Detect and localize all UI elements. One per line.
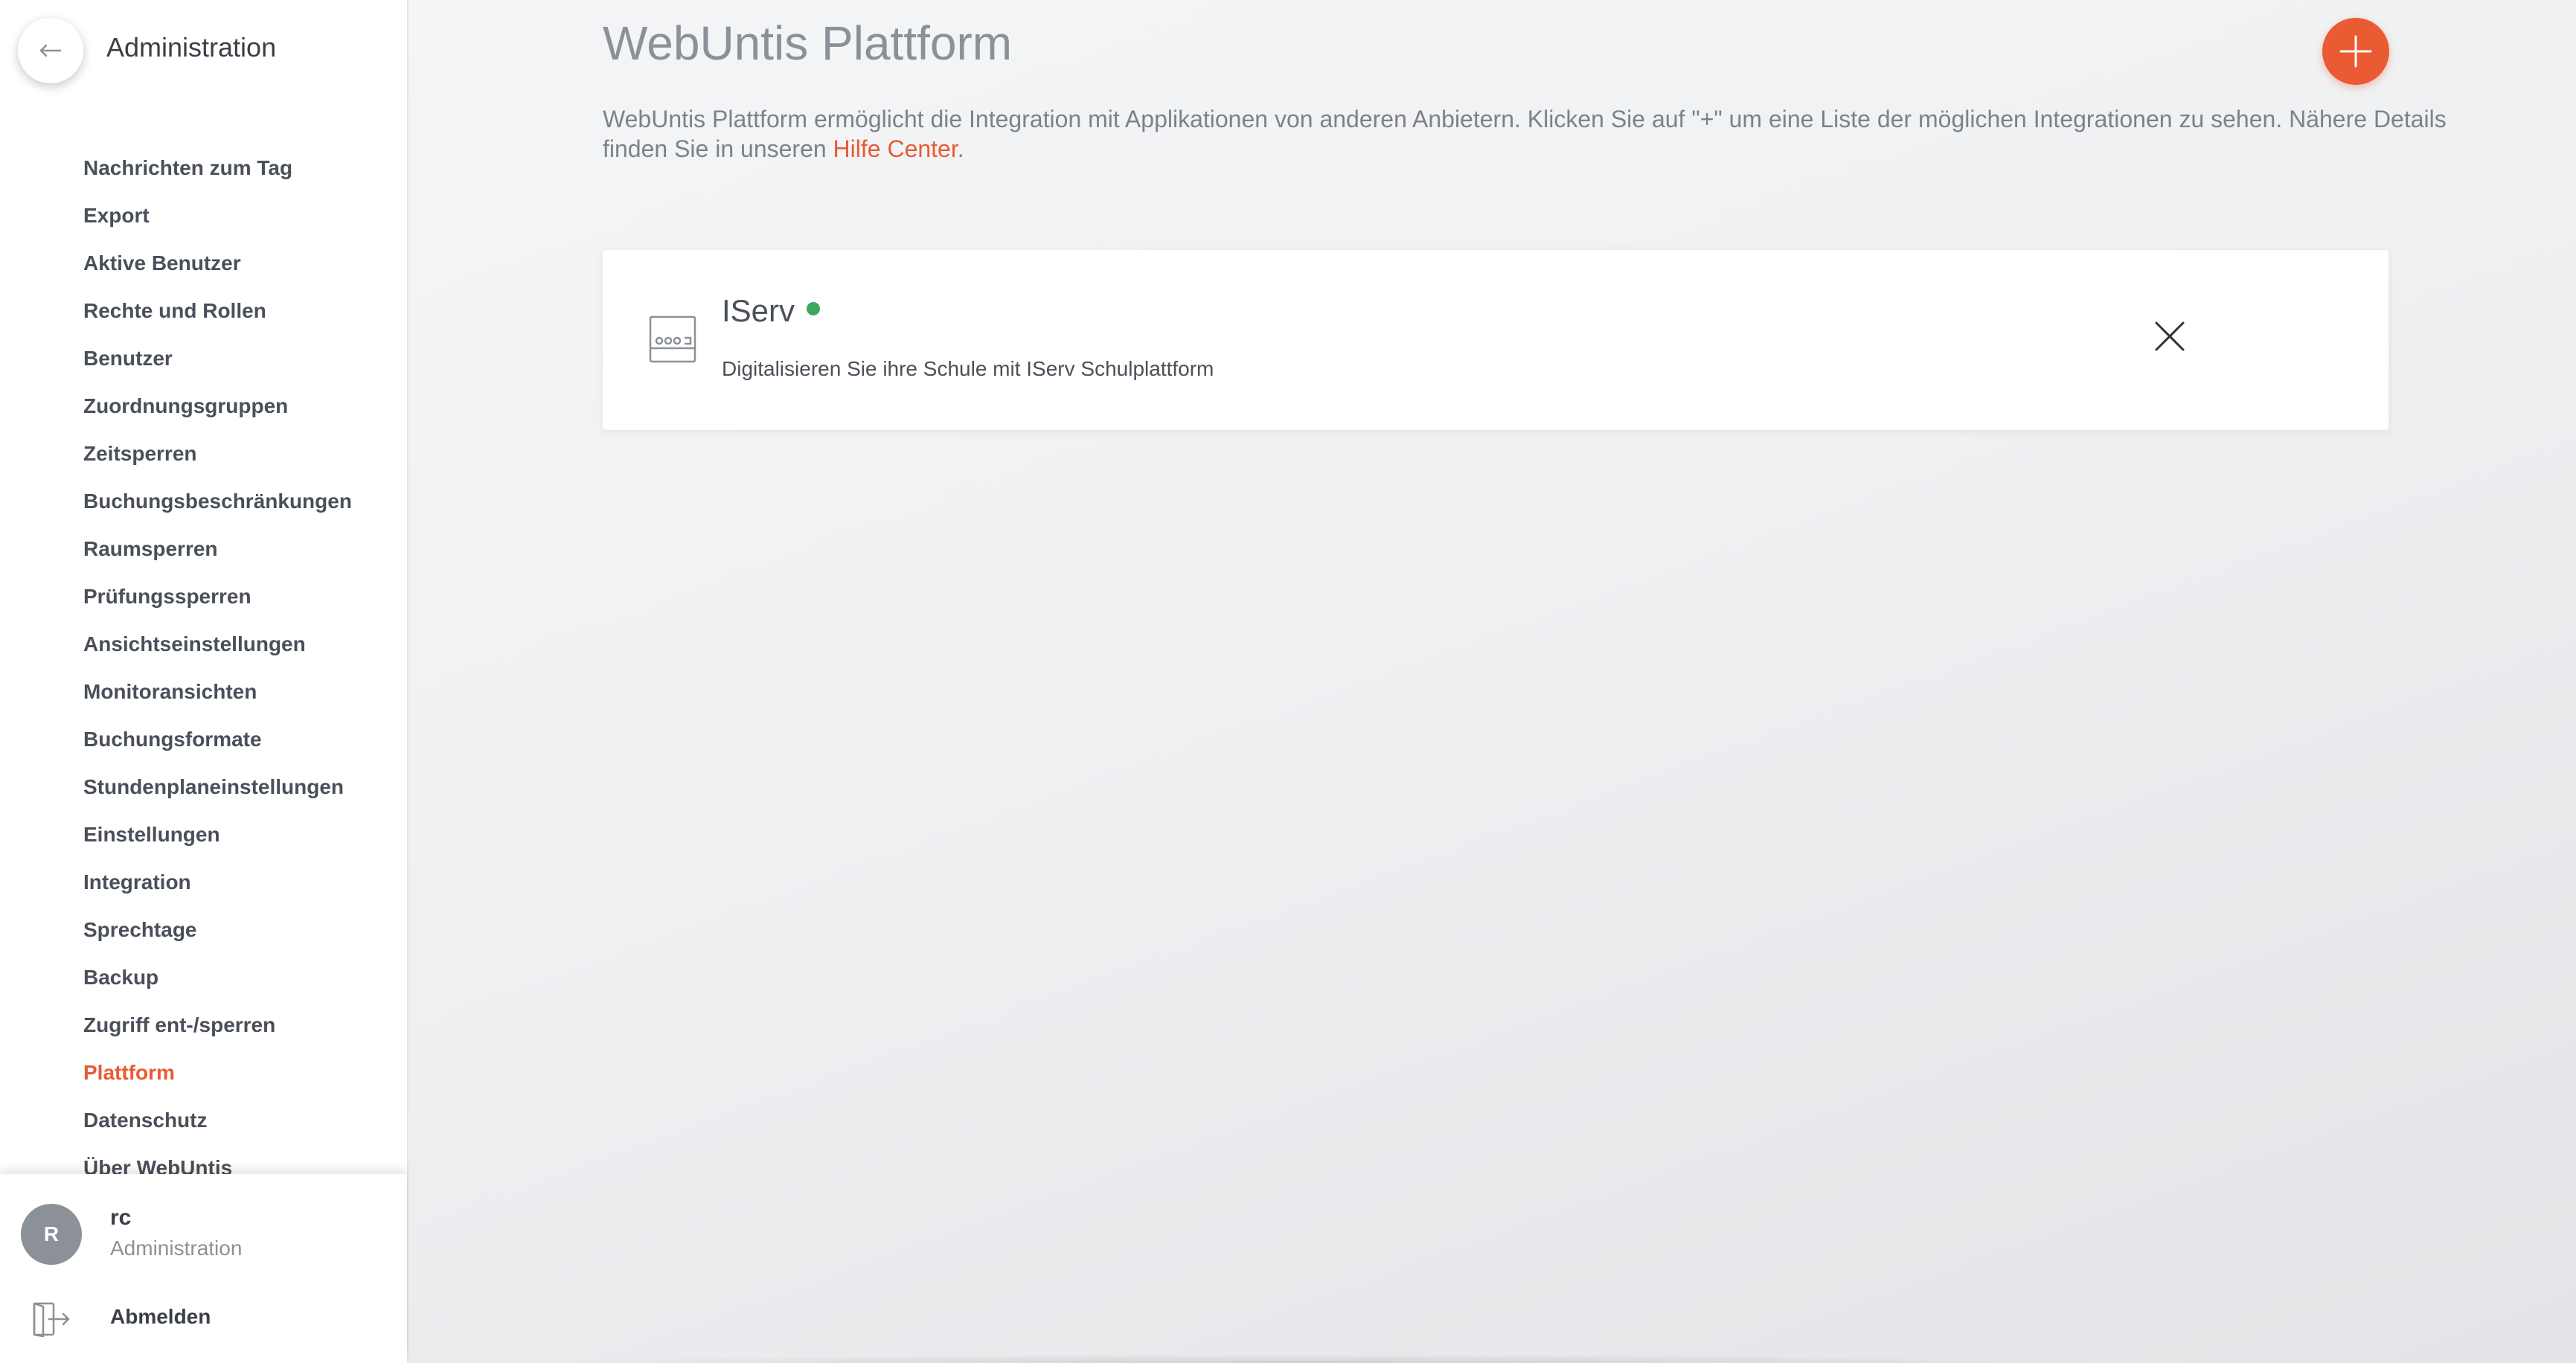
integration-description: Digitalisieren Sie ihre Schule mit IServ… [722,357,1214,380]
sidebar-title: Administration [106,32,277,62]
sidebar-item-stundenplaneinstellungen[interactable]: Stundenplaneinstellungen [0,763,407,811]
sidebar-item-backup[interactable]: Backup [0,954,407,1001]
sidebar-item-plattform[interactable]: Plattform [0,1049,407,1097]
bottom-shadow [483,1354,2120,1363]
sidebar-item-buchungsformate[interactable]: Buchungsformate [0,716,407,763]
sidebar-item-ueber-webuntis[interactable]: Über WebUntis [0,1144,407,1174]
sidebar-nav: Nachrichten zum Tag Export Aktive Benutzer… [0,144,407,1174]
close-icon [2155,321,2185,351]
sidebar-item-ansichtseinstellungen[interactable]: Ansichtseinstellungen [0,620,407,668]
logout-button[interactable]: Abmelden [0,1290,407,1345]
page-description: WebUntis Plattform ermöglicht die Integr… [603,104,2463,164]
sidebar-item-zugriff-ent-sperren[interactable]: Zugriff ent-/sperren [0,1001,407,1049]
sidebar: Administration Nachrichten zum Tag Export… [0,0,408,1363]
sidebar-item-monitoransichten[interactable]: Monitoransichten [0,668,407,716]
sidebar-item-datenschutz[interactable]: Datenschutz [0,1097,407,1144]
avatar[interactable]: R [21,1204,82,1265]
user-panel: R rc Administration Abmelden [0,1174,407,1363]
sidebar-item-rechte-und-rollen[interactable]: Rechte und Rollen [0,287,407,335]
remove-integration-button[interactable] [2147,314,2192,359]
help-center-link[interactable]: Hilfe Center [833,135,958,162]
sidebar-item-integration[interactable]: Integration [0,859,407,906]
sidebar-item-zuordnungsgruppen[interactable]: Zuordnungsgruppen [0,382,407,430]
sidebar-item-buchungsbeschraenkungen[interactable]: Buchungsbeschränkungen [0,478,407,525]
sidebar-item-einstellungen[interactable]: Einstellungen [0,811,407,859]
integration-name: IServ [722,293,795,328]
sidebar-item-sprechtage[interactable]: Sprechtage [0,906,407,954]
integration-device-icon [649,315,696,363]
back-button[interactable] [18,18,83,83]
sidebar-item-pruefungssperren[interactable]: Prüfungssperren [0,573,407,620]
main-content: WebUntis Plattform WebUntis Plattform er… [408,0,2576,1363]
sidebar-item-aktive-benutzer[interactable]: Aktive Benutzer [0,240,407,287]
sidebar-item-export[interactable]: Export [0,192,407,240]
logout-icon [33,1302,70,1338]
logout-label: Abmelden [110,1305,211,1328]
plus-icon [2339,35,2372,68]
user-role: Administration [110,1237,243,1260]
integration-card-iserv[interactable]: IServ Digitalisieren Sie ihre Schule mit… [603,250,2388,430]
user-name: rc [110,1205,132,1230]
integration-title: IServ [722,292,821,330]
sidebar-item-nachrichten-zum-tag[interactable]: Nachrichten zum Tag [0,144,407,192]
arrow-left-icon [39,44,62,57]
add-integration-button[interactable] [2322,18,2389,85]
sidebar-item-benutzer[interactable]: Benutzer [0,335,407,382]
sidebar-item-zeitsperren[interactable]: Zeitsperren [0,430,407,478]
status-active-dot [807,302,821,315]
sidebar-item-raumsperren[interactable]: Raumsperren [0,525,407,573]
description-end: . [957,135,964,162]
page-title: WebUntis Plattform [603,16,1013,70]
